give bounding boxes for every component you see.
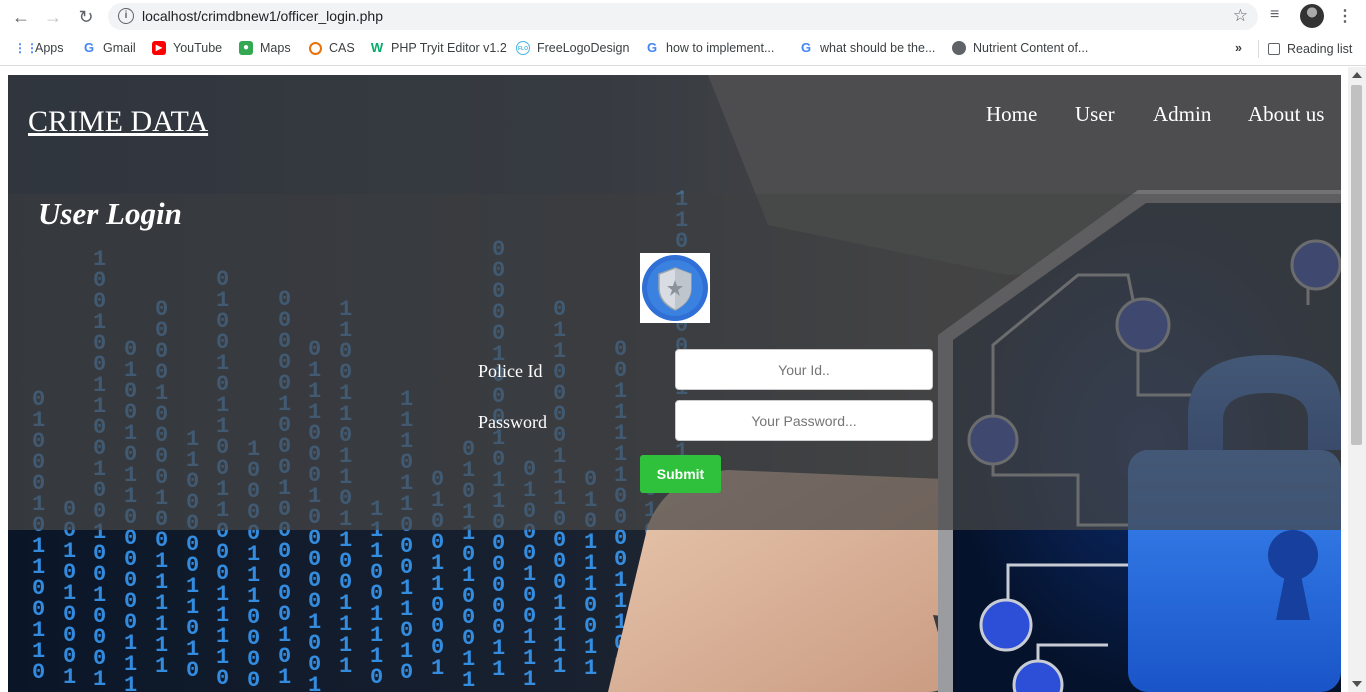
binary-digit: 1 [584,656,597,681]
bookmark-gmail[interactable]: G Gmail [82,40,136,56]
binary-digit: 0 [32,660,45,685]
submit-button[interactable]: Submit [640,455,721,493]
bookmark-label: PHP Tryit Editor v1.2 [391,41,507,55]
profile-avatar[interactable] [1300,4,1324,28]
page-scrollbar[interactable] [1348,67,1366,692]
browser-toolbar: ← → ↻ i localhost/crimdbnew1/officer_log… [0,0,1366,33]
menu-kebab-icon[interactable]: ⋮ [1337,6,1353,26]
binary-digit: 1 [462,668,475,692]
address-bar[interactable]: i localhost/crimdbnew1/officer_login.php… [108,3,1258,30]
scrollbar-thumb[interactable] [1351,85,1362,445]
binary-digit: 1 [63,665,76,690]
bookmark-what-should[interactable]: G what should be the... [799,40,936,56]
binary-digit: 1 [93,667,106,692]
binary-digit: 1 [155,654,168,679]
bookmark-freelogodesign[interactable]: FLO FreeLogoDesign [516,41,629,55]
site-title-link[interactable]: CRIME DATA [28,105,208,139]
bookmark-label: Maps [260,41,291,55]
binary-digit: 0 [247,668,260,692]
nav-user[interactable]: User [1075,102,1115,127]
bookmark-label: Nutrient Content of... [973,41,1089,55]
binary-digit: 1 [553,654,566,679]
nav-about-us[interactable]: About us [1248,102,1324,127]
binary-digit: 1 [431,656,444,681]
bookmark-maps[interactable]: ● Maps [239,41,291,55]
bookmark-youtube[interactable]: ▶ YouTube [152,41,222,55]
bookmark-label: Gmail [103,41,136,55]
back-arrow-icon[interactable]: ← [10,6,32,28]
bookmark-label: Apps [35,41,64,55]
reading-list-button[interactable]: Reading list [1258,40,1352,58]
google-icon: G [83,40,95,55]
bookmark-label: YouTube [173,41,223,55]
media-queue-icon[interactable]: ≡ [1270,6,1279,24]
bookmark-star-icon[interactable]: ☆ [1233,6,1248,26]
password-input[interactable] [675,400,933,441]
binary-digit: 1 [124,673,137,692]
forward-arrow-icon[interactable]: → [42,6,64,28]
binary-digit: 0 [370,665,383,690]
cas-icon [309,41,322,55]
bookmarks-bar: ⋮⋮ Apps G Gmail ▶ YouTube ● Maps CAS W P… [0,33,1366,66]
binary-digit: 1 [308,673,321,692]
police-badge-icon [642,255,708,321]
google-icon: G [800,40,812,55]
bookmark-nutrient-content[interactable]: Nutrient Content of... [952,41,1088,55]
apps-grid-icon: ⋮⋮ [14,41,38,55]
site-info-icon[interactable]: i [118,8,134,24]
nav-admin[interactable]: Admin [1153,102,1211,127]
bookmark-php-tryit[interactable]: W PHP Tryit Editor v1.2 [370,40,507,56]
bookmark-apps[interactable]: ⋮⋮ Apps [14,41,64,55]
scroll-down-arrow-icon[interactable] [1352,681,1362,687]
bookmark-label: what should be the... [820,41,936,55]
police-id-label: Police Id [478,361,543,381]
w3schools-icon: W [370,40,384,55]
login-panel: User Login Police Id Password Submit [8,194,1341,530]
login-heading: User Login [38,196,182,231]
bookmark-cas[interactable]: CAS [309,41,355,55]
police-logo [640,253,710,323]
bookmark-label: FreeLogoDesign [537,41,630,55]
police-id-input[interactable] [675,349,933,390]
reading-list-icon [1268,43,1280,55]
scroll-up-arrow-icon[interactable] [1352,72,1362,78]
reading-list-label: Reading list [1287,42,1353,56]
password-label: Password [478,412,548,432]
reload-icon[interactable]: ↻ [75,6,97,28]
url-text[interactable]: localhost/crimdbnew1/officer_login.php [142,8,383,24]
site-header: CRIME DATA Home User Admin About us [8,75,1341,194]
bookmark-label: CAS [329,41,355,55]
maps-icon: ● [239,41,253,55]
bookmark-how-to-implement[interactable]: G how to implement... [645,40,775,56]
binary-digit: 0 [400,660,413,685]
binary-digit: 1 [339,654,352,679]
globe-icon [952,41,966,55]
binary-digit: 1 [278,665,291,690]
nav-home[interactable]: Home [986,102,1037,127]
youtube-icon: ▶ [152,41,166,55]
binary-digit: 1 [523,667,536,692]
google-icon: G [646,40,658,55]
binary-digit: 1 [492,657,505,682]
bookmark-label: how to implement... [666,41,775,55]
page-body: 0100010110011000101000110010011001001001… [8,75,1341,692]
binary-digit: 0 [186,658,199,683]
more-bookmarks-chevron-icon[interactable]: » [1235,41,1242,55]
page-viewport: 0100010110011000101000110010011001001001… [0,67,1366,692]
flo-icon: FLO [516,41,530,55]
binary-digit: 0 [216,666,229,691]
